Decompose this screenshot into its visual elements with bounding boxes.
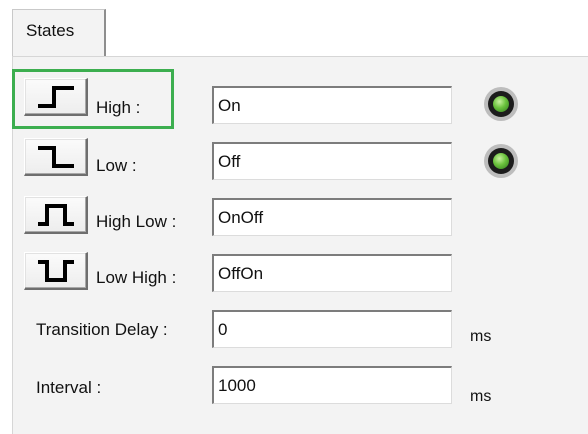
high-low-pulse-icon [37,203,74,226]
rising-edge-icon [37,85,74,108]
low-high-pulse-icon [37,259,74,282]
low-state-button[interactable] [24,138,88,176]
transition-delay-unit: ms [470,328,492,345]
high-state-button[interactable] [24,78,88,116]
interval-unit: ms [470,388,492,405]
high-low-label: High Low : [96,212,177,231]
transition-delay-field[interactable] [212,310,452,348]
high-status-led-icon [484,87,518,121]
interval-field[interactable] [212,366,452,404]
high-label: High : [96,98,141,117]
falling-edge-icon [37,145,74,168]
low-high-label: Low High : [96,268,177,287]
interval-label: Interval : [36,378,102,397]
low-status-led-icon [484,144,518,178]
tab-states[interactable]: States [12,9,106,57]
low-value-field[interactable] [212,142,452,180]
transition-delay-label: Transition Delay : [36,320,168,339]
low-high-state-button[interactable] [24,252,88,290]
high-value-field[interactable] [212,86,452,124]
low-high-value-field[interactable] [212,254,452,292]
high-low-value-field[interactable] [212,198,452,236]
tab-strip: States [0,0,588,57]
high-low-state-button[interactable] [24,196,88,234]
low-label: Low : [96,156,137,175]
